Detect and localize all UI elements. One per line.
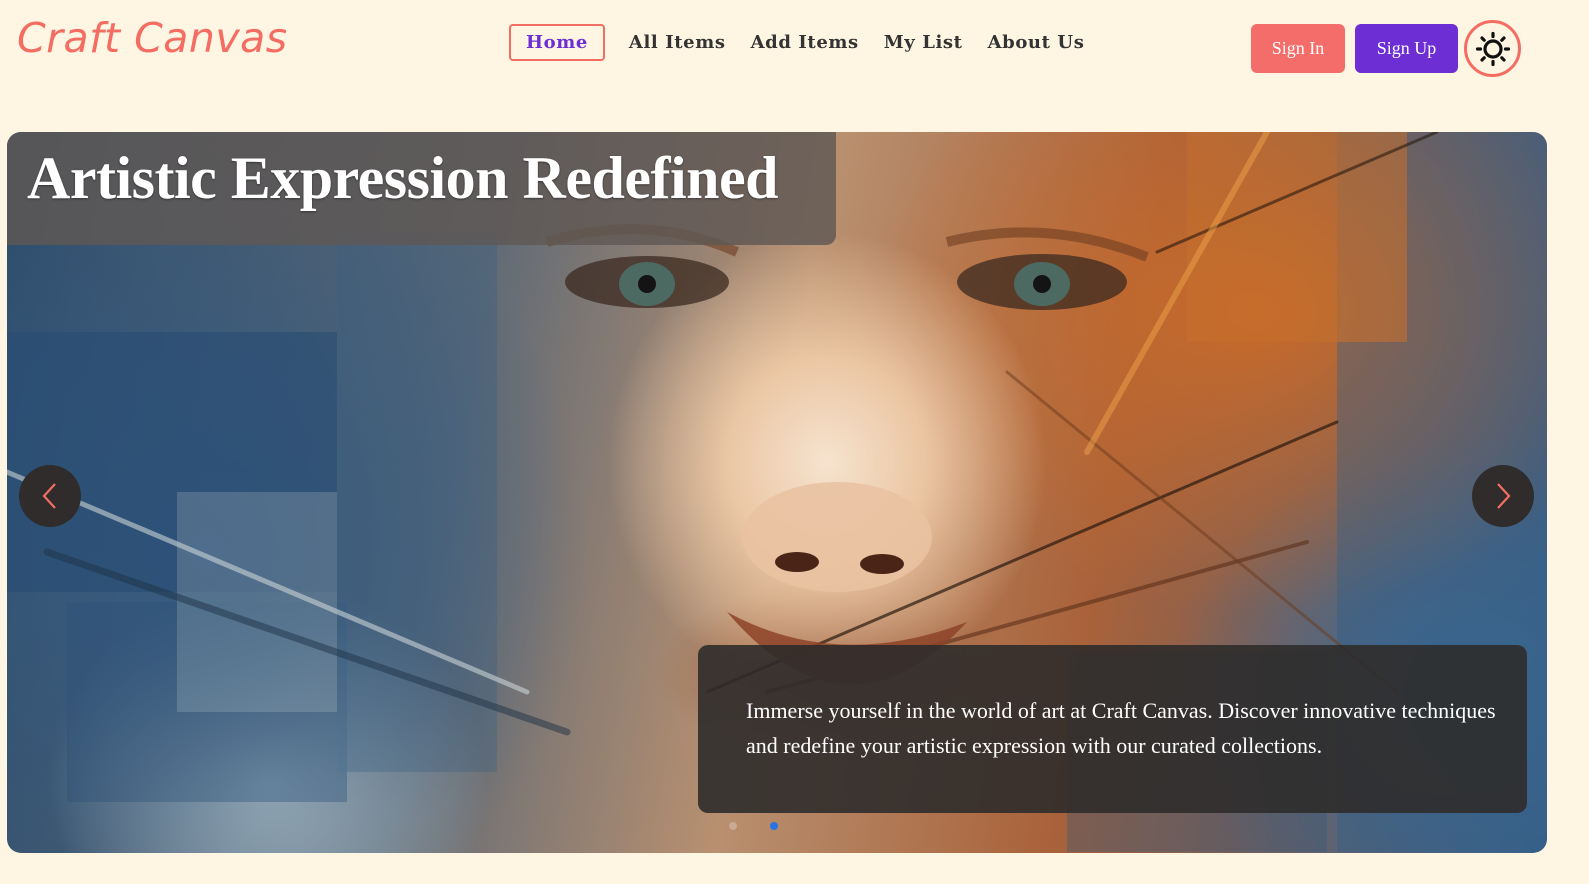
chevron-left-icon: [42, 483, 56, 509]
hero-description: Immerse yourself in the world of art at …: [746, 698, 1496, 758]
nav-about-us[interactable]: About Us: [976, 24, 1097, 61]
sign-in-button[interactable]: Sign In: [1251, 24, 1345, 73]
carousel-next-button[interactable]: [1472, 465, 1534, 527]
carousel-prev-button[interactable]: [19, 465, 81, 527]
hero-title-panel: Artistic Expression Redefined: [7, 132, 836, 245]
carousel-dot-2[interactable]: [770, 822, 778, 830]
site-logo[interactable]: Craft Canvas: [17, 14, 288, 62]
nav-all-items[interactable]: All Items: [617, 24, 738, 61]
carousel-dot-1[interactable]: [729, 822, 737, 830]
main-nav: Home All Items Add Items My List About U…: [509, 24, 1097, 61]
carousel-indicators: [729, 822, 778, 830]
hero-carousel: Artistic Expression Redefined Immerse yo…: [7, 132, 1547, 853]
nav-my-list[interactable]: My List: [872, 24, 975, 61]
nav-home[interactable]: Home: [509, 24, 605, 61]
sign-up-button[interactable]: Sign Up: [1355, 24, 1458, 73]
chevron-right-icon: [1497, 483, 1511, 509]
sun-icon: [1475, 31, 1510, 66]
hero-title: Artistic Expression Redefined: [27, 145, 779, 211]
hero-description-panel: Immerse yourself in the world of art at …: [698, 645, 1527, 813]
nav-add-items[interactable]: Add Items: [739, 24, 871, 61]
theme-toggle-button[interactable]: [1464, 20, 1521, 77]
